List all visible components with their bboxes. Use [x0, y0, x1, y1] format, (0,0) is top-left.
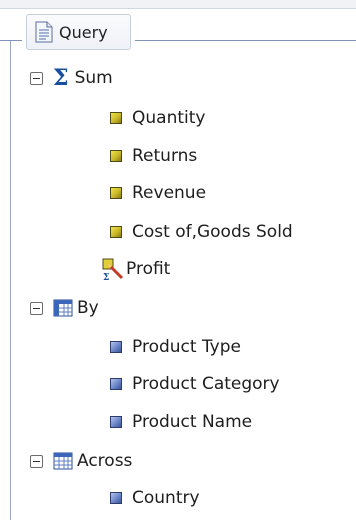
- computed-measure-icon: Σ: [102, 258, 124, 281]
- dimension-icon: [110, 341, 122, 353]
- svg-text:Σ: Σ: [103, 273, 109, 281]
- tree-item-label: Returns: [132, 146, 198, 166]
- tree-item-label: Cost of,Goods Sold: [132, 222, 293, 242]
- tree-node-label: Across: [77, 451, 133, 471]
- tree-node-sum[interactable]: Σ Sum: [30, 64, 113, 92]
- tree-item-revenue[interactable]: Revenue: [110, 179, 206, 207]
- tree-item-product-type[interactable]: Product Type: [110, 333, 241, 361]
- tree-item-returns[interactable]: Returns: [110, 142, 197, 170]
- tree-item-quantity[interactable]: Quantity: [110, 104, 205, 132]
- panel-rule-left: [0, 40, 22, 41]
- dimension-icon: [110, 378, 122, 390]
- document-icon: [35, 21, 53, 43]
- tree-item-label: Product Type: [132, 337, 241, 357]
- tree-item-country[interactable]: Country: [110, 484, 200, 512]
- collapse-toggle-icon[interactable]: [30, 301, 43, 315]
- tree-node-across[interactable]: Across: [30, 447, 132, 475]
- tree-item-label: Country: [132, 488, 200, 508]
- collapse-toggle-icon[interactable]: [30, 71, 43, 85]
- measure-icon: [110, 112, 122, 124]
- query-tab-label: Query: [59, 22, 108, 42]
- tree-item-cost-of-goods-sold[interactable]: Cost of,Goods Sold: [110, 218, 293, 246]
- top-strip: [0, 0, 356, 9]
- tree-node-label: By: [77, 298, 99, 318]
- tree-item-label: Quantity: [132, 108, 206, 128]
- tree-item-profit[interactable]: Σ Profit: [102, 255, 170, 283]
- measure-icon: [110, 187, 122, 199]
- measure-icon: [110, 226, 122, 238]
- tree-node-by[interactable]: By: [30, 294, 99, 322]
- tree-item-product-name[interactable]: Product Name: [110, 408, 252, 436]
- table-grid-icon: [53, 452, 73, 470]
- tree-item-label: Profit: [126, 259, 171, 279]
- table-grid-icon: [53, 299, 73, 317]
- dimension-icon: [110, 492, 122, 504]
- query-tab[interactable]: Query: [26, 14, 131, 50]
- panel-rule-right: [135, 40, 356, 41]
- dimension-icon: [110, 416, 122, 428]
- collapse-toggle-icon[interactable]: [30, 454, 43, 468]
- tree-node-label: Sum: [74, 68, 113, 88]
- tree-item-label: Revenue: [132, 183, 207, 203]
- measure-icon: [110, 150, 122, 162]
- tree-item-product-category[interactable]: Product Category: [110, 370, 280, 398]
- tree-item-label: Product Category: [132, 374, 280, 394]
- sigma-icon: Σ: [53, 65, 69, 91]
- tree-item-label: Product Name: [132, 412, 253, 432]
